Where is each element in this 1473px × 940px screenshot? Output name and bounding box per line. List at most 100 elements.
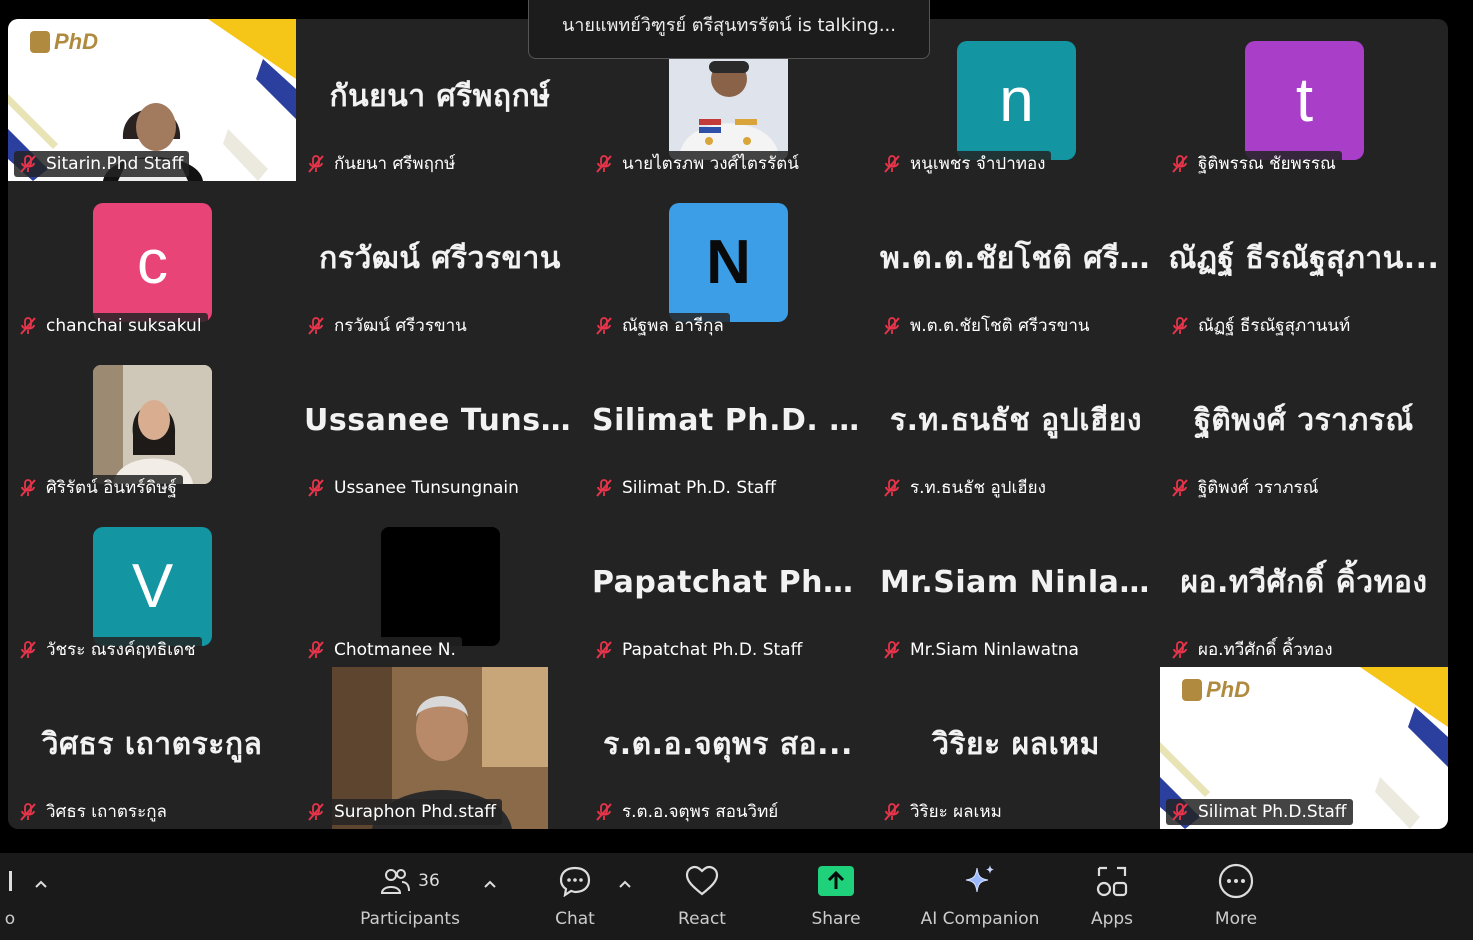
participant-name-label: วิศธร เถาตระกูล [14, 799, 173, 825]
react-button[interactable]: React [672, 853, 732, 940]
participant-name-label: ณัฐพล อารีกุล [590, 313, 730, 339]
participant-display-name: Ussanee Tunsun... [304, 403, 584, 438]
participant-name-label: ผอ.ทวีศักดิ์ คิ้วทอง [1166, 637, 1339, 663]
muted-mic-icon [20, 803, 36, 821]
video-icon [8, 853, 12, 909]
participant-tile[interactable]: N ณัฐพล อารีกุล [584, 181, 872, 343]
more-icon [1218, 863, 1254, 899]
participant-name-label: วิริยะ ผลเหม [878, 799, 1008, 825]
participant-display-name: ฐิติพงศ์ วราภรณ์ [1194, 403, 1414, 438]
chat-chevron-icon[interactable] [618, 879, 632, 889]
muted-mic-icon [1172, 803, 1188, 821]
participant-tile[interactable]: Mr.Siam Ninlaw... Mr.Siam Ninlawatna [872, 505, 1160, 667]
muted-mic-icon [20, 155, 36, 173]
participant-name-label: กันยนา ศรีพฤกษ์ [302, 151, 462, 177]
participant-video [93, 365, 212, 484]
participant-display-name: Papatchat Ph.D.... [592, 565, 872, 600]
share-screen-icon [818, 866, 854, 896]
participant-name-label: วัชระ ณรงค์ฤทธิเดช [14, 637, 202, 663]
muted-mic-icon [884, 479, 900, 497]
participant-avatar: N [669, 203, 788, 322]
participant-name-label: Chotmanee N. [302, 637, 462, 663]
participant-avatar: V [93, 527, 212, 646]
participant-name-label: พ.ต.ต.ชัยโชติ ศรีวรขาน [878, 313, 1096, 339]
participant-display-name: กันยนา ศรีพฤกษ์ [329, 79, 551, 114]
participant-name-label: Papatchat Ph.D. Staff [590, 637, 809, 663]
muted-mic-icon [308, 803, 324, 821]
participant-name-label: ฐิติพงศ์ วราภรณ์ [1166, 475, 1325, 501]
participant-name-label: Mr.Siam Ninlawatna [878, 637, 1085, 663]
participant-avatar: c [93, 203, 212, 322]
muted-mic-icon [308, 641, 324, 659]
ai-companion-button[interactable]: AI Companion [918, 853, 1042, 940]
participant-tile[interactable]: Ussanee Tunsun... Ussanee Tunsungnain [296, 343, 584, 505]
participant-avatar: t [1245, 41, 1364, 160]
participant-tile[interactable]: วิริยะ ผลเหม วิริยะ ผลเหม [872, 667, 1160, 829]
participant-tile[interactable]: ร.ท.ธนธัช อูปเฮียง ร.ท.ธนธัช อูปเฮียง [872, 343, 1160, 505]
meeting-toolbar: o 36 Participants Chat React Share AI Co… [0, 853, 1473, 940]
muted-mic-icon [596, 803, 612, 821]
participant-display-name: ร.ต.อ.จตุพร สอ... [603, 727, 853, 762]
participants-chevron-icon[interactable] [483, 879, 497, 889]
muted-mic-icon [20, 479, 36, 497]
participant-name-label: นายไตรภพ วงศ์ไตรรัตน์ [590, 151, 805, 177]
participant-display-name: Silimat Ph.D. St... [592, 403, 872, 438]
participant-tile[interactable]: ร.ต.อ.จตุพร สอ... ร.ต.อ.จตุพร สอนวิทย์ [584, 667, 872, 829]
participant-tile[interactable]: Silimat Ph.D. St... Silimat Ph.D. Staff [584, 343, 872, 505]
participant-tile[interactable]: พ.ต.ต.ชัยโชติ ศรี... พ.ต.ต.ชัยโชติ ศรีวรข… [872, 181, 1160, 343]
participant-tile[interactable]: กรวัฒน์ ศรีวรขาน กรวัฒน์ ศรีวรขาน [296, 181, 584, 343]
participant-tile[interactable]: PhD Silimat Ph.D.Staff [1160, 667, 1448, 829]
muted-mic-icon [1172, 155, 1188, 173]
participants-button[interactable]: 36 Participants [356, 853, 464, 940]
chevron-up-icon[interactable] [34, 879, 48, 889]
participant-name-label: กรวัฒน์ ศรีวรขาน [302, 313, 473, 339]
participant-tile[interactable]: ฐิติพงศ์ วราภรณ์ ฐิติพงศ์ วราภรณ์ [1160, 343, 1448, 505]
apps-button[interactable]: Apps [1082, 853, 1142, 940]
participant-display-name: ร.ท.ธนธัช อูปเฮียง [890, 403, 1142, 438]
participant-tile[interactable]: Chotmanee N. [296, 505, 584, 667]
heart-icon [685, 865, 719, 896]
participant-avatar: n [957, 41, 1076, 160]
participant-name-label: chanchai suksakul [14, 313, 208, 339]
muted-mic-icon [20, 317, 36, 335]
apps-icon [1096, 866, 1128, 897]
participant-tile[interactable]: Papatchat Ph.D.... Papatchat Ph.D. Staff [584, 505, 872, 667]
phd-logo: PhD [1182, 677, 1250, 703]
participant-display-name: วิศธร เถาตระกูล [41, 727, 263, 762]
participant-tile[interactable]: ผอ.ทวีศักดิ์ คิ้วทอง ผอ.ทวีศักดิ์ คิ้วทอง [1160, 505, 1448, 667]
gallery-view: PhD Sitarin.Phd Staff กันยนา ศรีพฤกษ์ กันยน… [8, 19, 1448, 829]
muted-mic-icon [308, 479, 324, 497]
muted-mic-icon [20, 641, 36, 659]
participant-name-label: ร.ท.ธนธัช อูปเฮียง [878, 475, 1052, 501]
participant-tile[interactable]: ณัฏฐ์ ธีรณัฐสุภาน... ณัฏฐ์ ธีรณัฐสุภานนท์ [1160, 181, 1448, 343]
ai-sparkle-icon [965, 865, 994, 893]
participant-video [381, 527, 500, 646]
chat-button[interactable]: Chat [545, 853, 605, 940]
participant-tile[interactable]: t ฐิติพรรณ ชัยพรรณ [1160, 19, 1448, 181]
more-button[interactable]: More [1206, 853, 1266, 940]
share-screen-button[interactable]: Share [806, 853, 866, 940]
participant-display-name: ผอ.ทวีศักดิ์ คิ้วทอง [1180, 565, 1428, 600]
muted-mic-icon [1172, 479, 1188, 497]
video-control-partial[interactable]: o [0, 853, 20, 940]
participant-tile[interactable]: ศิริรัตน์ อินทร์ดิษฐ์ [8, 343, 296, 505]
participant-tile[interactable]: วิศธร เถาตระกูล วิศธร เถาตระกูล [8, 667, 296, 829]
chat-icon [559, 866, 591, 897]
participant-name-label: ร.ต.อ.จตุพร สอนวิทย์ [590, 799, 785, 825]
participant-tile[interactable]: V วัชระ ณรงค์ฤทธิเดช [8, 505, 296, 667]
participant-tile[interactable]: Suraphon Phd.staff [296, 667, 584, 829]
participant-name-label: Silimat Ph.D. Staff [590, 475, 782, 501]
participant-name-label: Sitarin.Phd Staff [14, 151, 190, 177]
muted-mic-icon [884, 641, 900, 659]
participant-tile[interactable]: c chanchai suksakul [8, 181, 296, 343]
participant-tile[interactable]: PhD Sitarin.Phd Staff [8, 19, 296, 181]
participant-name-label: ณัฏฐ์ ธีรณัฐสุภานนท์ [1166, 313, 1357, 339]
muted-mic-icon [596, 155, 612, 173]
muted-mic-icon [596, 479, 612, 497]
participant-name-label: Silimat Ph.D.Staff [1166, 799, 1353, 825]
muted-mic-icon [884, 803, 900, 821]
active-speaker-banner: นายแพทย์วิฑูรย์ ตรีสุนทรรัตน์ is talking… [528, 0, 930, 59]
participant-name-label: หนูเพชร จำปาทอง [878, 151, 1052, 177]
participant-display-name: วิริยะ ผลเหม [932, 727, 1100, 762]
muted-mic-icon [308, 317, 324, 335]
